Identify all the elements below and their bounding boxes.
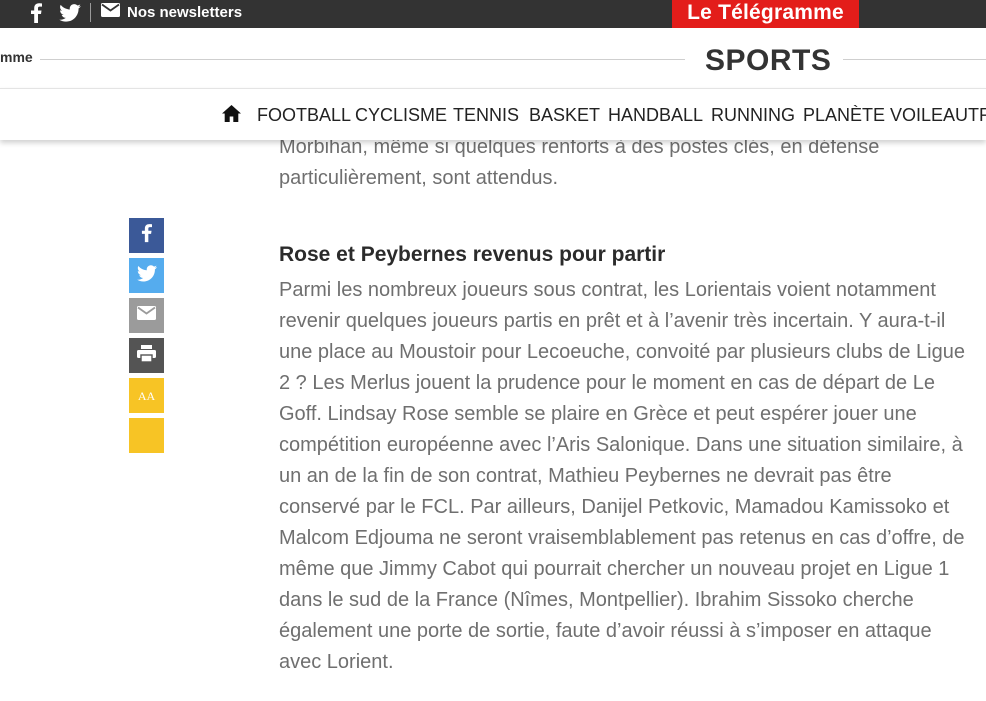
nav-item-football[interactable]: FOOTBALL: [257, 105, 351, 126]
main-nav: FOOTBALL CYCLISME TENNIS BASKET HANDBALL…: [0, 88, 986, 140]
facebook-icon[interactable]: [26, 2, 46, 24]
section-header: mme SPORTS: [0, 28, 986, 88]
brand-name[interactable]: mme: [0, 49, 33, 65]
nav-item-running[interactable]: RUNNING: [711, 105, 795, 126]
share-email-button[interactable]: [129, 298, 164, 333]
section-title[interactable]: SPORTS: [705, 44, 831, 78]
nav-item-cyclisme[interactable]: CYCLISME: [355, 105, 447, 126]
nav-item-basket[interactable]: BASKET: [529, 105, 600, 126]
nav-item-handball[interactable]: HANDBALL: [608, 105, 703, 126]
font-size-icon: AA: [138, 390, 155, 402]
night-mode-button[interactable]: [129, 418, 164, 453]
nav-item-autres[interactable]: AUTR: [943, 105, 986, 126]
twitter-icon[interactable]: [58, 2, 82, 24]
article-paragraph: Morbihan, même si quelques renforts à de…: [279, 136, 880, 189]
mail-icon: [101, 2, 120, 22]
separator: [90, 3, 91, 22]
facebook-icon: [141, 223, 152, 248]
divider-line: [40, 59, 685, 60]
nav-item-planete-voile[interactable]: PLANÈTE VOILE: [803, 105, 943, 126]
newsletter-link[interactable]: Nos newsletters: [101, 2, 242, 22]
night-mode-icon: [139, 423, 155, 448]
top-bar: Nos newsletters Le Télégramme: [0, 0, 986, 28]
font-size-button[interactable]: AA: [129, 378, 164, 413]
mail-icon: [137, 306, 156, 325]
home-icon[interactable]: [222, 105, 241, 122]
divider-line: [843, 59, 986, 60]
newsletter-label: Nos newsletters: [127, 3, 243, 21]
article-paragraph: Parmi les nombreux joueurs sous contrat,…: [279, 279, 965, 673]
print-icon: [137, 344, 156, 367]
nav-item-tennis[interactable]: TENNIS: [453, 105, 519, 126]
twitter-icon: [136, 264, 157, 287]
share-twitter-button[interactable]: [129, 258, 164, 293]
article-subheading: Rose et Peybernes revenus pour partir: [279, 243, 666, 266]
print-button[interactable]: [129, 338, 164, 373]
site-logo[interactable]: Le Télégramme: [672, 0, 859, 28]
font-size-label: AA: [137, 388, 156, 403]
share-facebook-button[interactable]: [129, 218, 164, 253]
article-body: Morbihan, même si quelques renforts à de…: [279, 132, 969, 678]
